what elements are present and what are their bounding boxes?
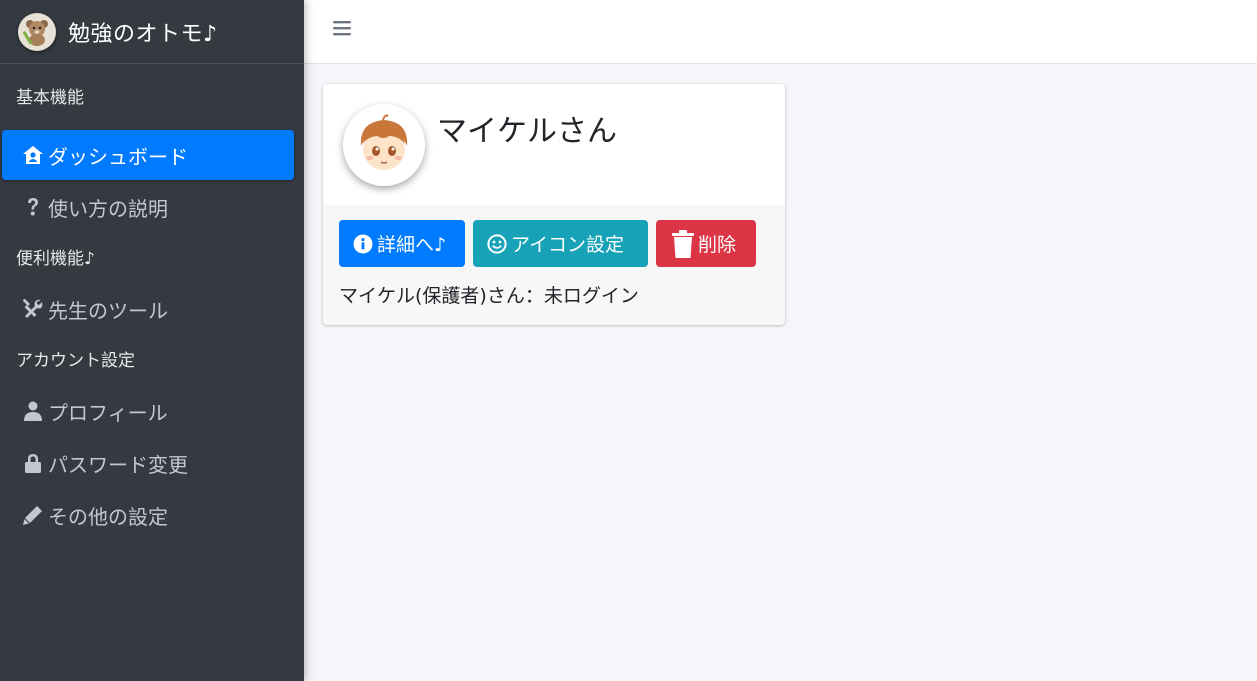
sidebar-item-password[interactable]: パスワード変更	[2, 438, 294, 488]
brand-link[interactable]: 勉強のオトモ♪	[0, 0, 304, 64]
icon-setting-button-label: アイコン設定	[511, 234, 625, 256]
smile-icon	[487, 233, 507, 254]
sidebar-item-usage[interactable]: 使い方の説明	[2, 182, 294, 232]
detail-button[interactable]: 詳細へ♪	[339, 220, 465, 267]
card-header: マイケルさん	[323, 84, 785, 205]
delete-button[interactable]: 削除	[656, 220, 756, 267]
sidebar-item-profile[interactable]: プロフィール	[2, 386, 294, 436]
sidebar: 勉強のオトモ♪ 基本機能 ダッシュボード 使い方の説明 便利機能♪ 先生のツール…	[0, 0, 304, 681]
avatar	[343, 104, 425, 186]
student-name: マイケルさん	[437, 114, 617, 149]
icon-setting-button[interactable]: アイコン設定	[473, 220, 648, 267]
sidebar-item-other-settings[interactable]: その他の設定	[2, 490, 294, 540]
detail-button-label: 詳細へ♪	[377, 234, 447, 256]
top-navbar	[304, 0, 1257, 64]
nav-header-basic: 基本機能	[16, 88, 84, 108]
house-user-icon	[22, 144, 44, 166]
sidebar-item-label: 先生のツール	[48, 298, 168, 323]
sidebar-item-label: プロフィール	[48, 400, 168, 425]
sidebar-item-dashboard[interactable]: ダッシュボード	[2, 130, 294, 180]
sidebar-item-teacher-tools[interactable]: 先生のツール	[2, 284, 294, 334]
delete-button-label: 削除	[698, 234, 737, 256]
guardian-login-status: マイケル(保護者)さん：未ログイン	[339, 285, 639, 307]
sidebar-item-label: ダッシュボード	[48, 144, 188, 169]
card-actions: 詳細へ♪ アイコン設定 削除	[339, 220, 764, 267]
nav-header-account: アカウント設定	[16, 351, 135, 371]
bear-logo-icon	[18, 12, 56, 51]
student-card: マイケルさん 詳細へ♪ アイコン設定 削除 マイケル(保護者)さん：未ログイン	[323, 84, 785, 325]
question-icon	[22, 196, 44, 218]
sidebar-item-label: 使い方の説明	[48, 196, 168, 221]
hamburger-icon[interactable]	[332, 18, 356, 42]
brand-title: 勉強のオトモ♪	[68, 21, 218, 47]
sidebar-item-label: パスワード変更	[48, 452, 188, 477]
lock-icon	[22, 452, 44, 474]
tools-icon	[22, 298, 44, 320]
trash-icon	[672, 229, 694, 258]
sidebar-item-label: その他の設定	[48, 504, 168, 529]
info-circle-icon	[353, 234, 373, 253]
user-icon	[22, 400, 44, 422]
nav-header-convenient: 便利機能♪	[16, 249, 95, 269]
pencil-icon	[22, 504, 44, 526]
